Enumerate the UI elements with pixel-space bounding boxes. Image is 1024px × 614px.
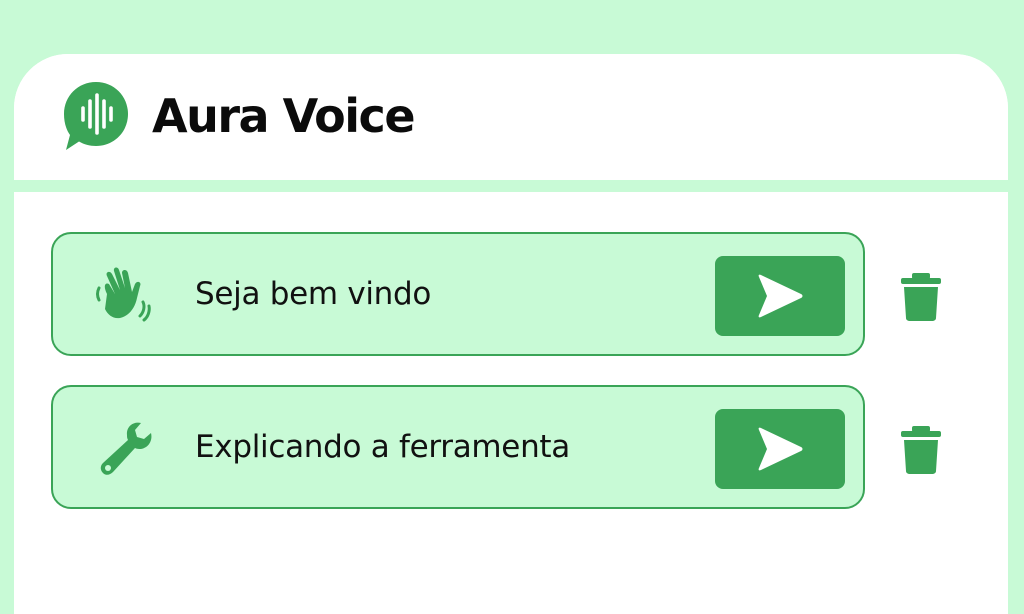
app-title: Aura Voice: [152, 89, 416, 143]
recording-label: Explicando a ferramenta: [195, 429, 570, 465]
waving-hand-icon: [96, 267, 151, 322]
play-icon: [758, 274, 803, 318]
recording-label: Seja bem vindo: [195, 276, 432, 312]
chat-soundwave-icon: [64, 82, 128, 150]
app-header: Aura Voice: [14, 54, 1008, 180]
play-button[interactable]: [715, 409, 845, 489]
recording-item[interactable]: Seja bem vindo: [51, 232, 865, 356]
play-button[interactable]: [715, 256, 845, 336]
wrench-icon: [100, 422, 152, 475]
main-card: Aura Voice Seja bem vindo Explicando a f…: [14, 54, 1008, 614]
play-icon: [758, 427, 803, 471]
recording-item[interactable]: Explicando a ferramenta: [51, 385, 865, 509]
trash-icon[interactable]: [899, 272, 943, 322]
header-divider: [14, 180, 1008, 192]
trash-icon[interactable]: [899, 425, 943, 475]
